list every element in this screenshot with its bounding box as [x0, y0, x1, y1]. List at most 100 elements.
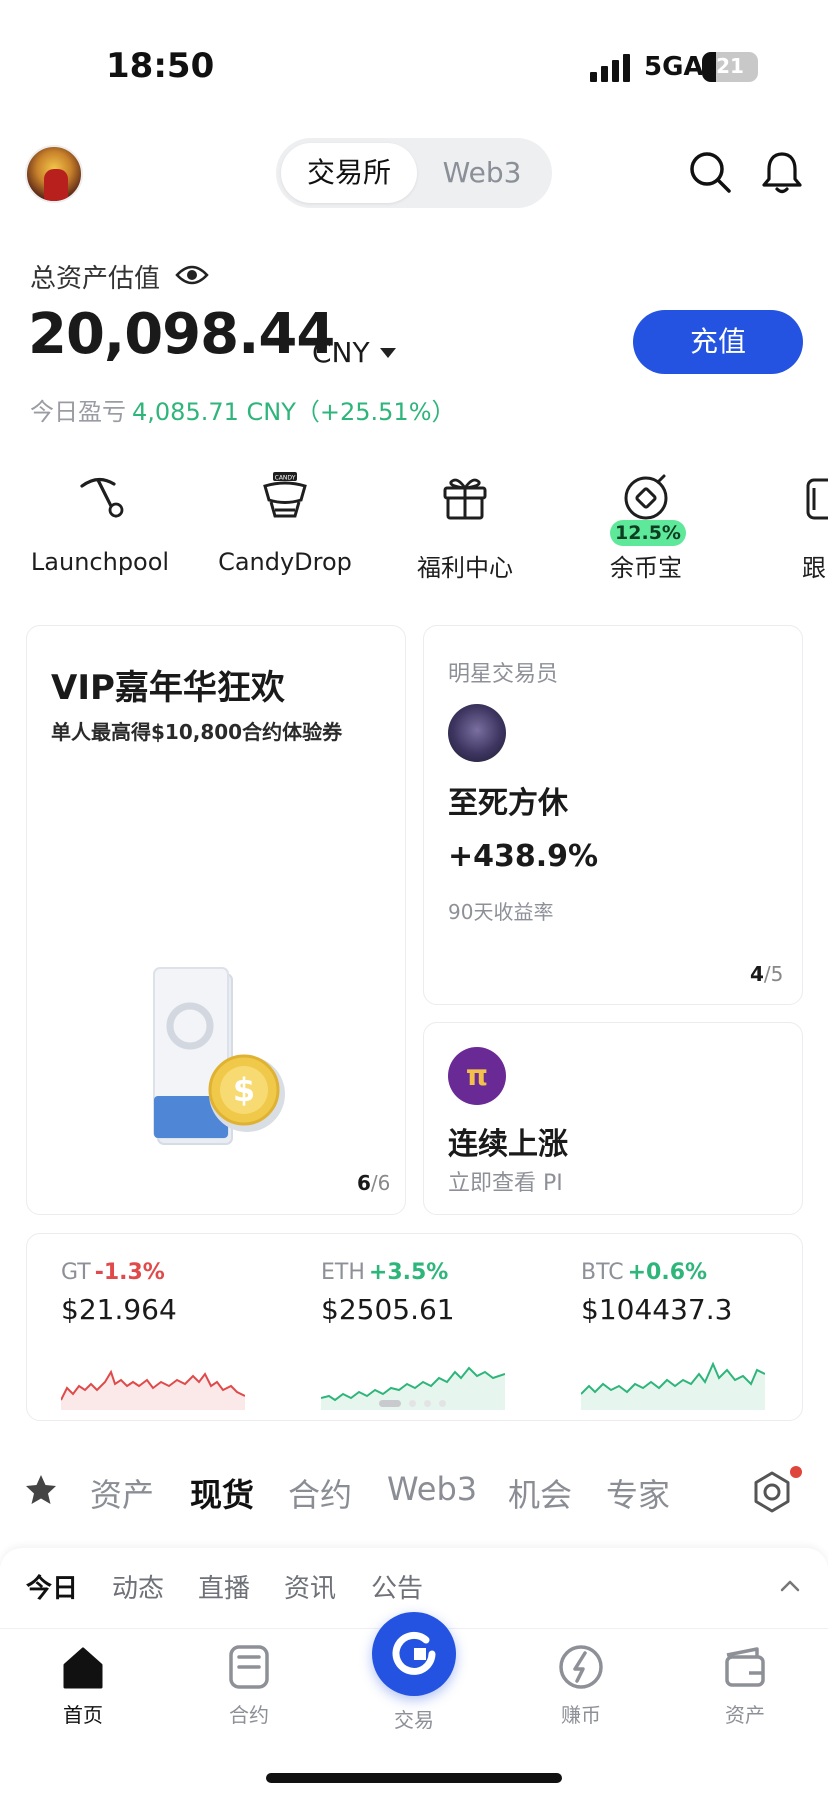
home-icon: [63, 1647, 103, 1689]
exchange-switcher: 交易所 Web3: [276, 138, 552, 208]
tab-assets[interactable]: 资产: [90, 1470, 154, 1516]
star-trader-card[interactable]: 明星交易员 至死方休 +438.9% 90天收益率 4/5: [423, 625, 803, 1005]
ticker-eth[interactable]: ETH +3.5% $2505.61: [321, 1260, 541, 1410]
avatar[interactable]: [25, 145, 83, 203]
tab-experts[interactable]: 专家: [606, 1470, 670, 1516]
nav-contracts[interactable]: 合约: [194, 1643, 304, 1728]
caret-down-icon[interactable]: [380, 348, 396, 358]
subtab-news[interactable]: 资讯: [284, 1568, 336, 1605]
pi-subtitle: 立即查看 PI: [448, 1171, 563, 1196]
nav-label: 首页: [63, 1703, 103, 1727]
pi-logo: π: [448, 1047, 506, 1105]
quick-action-copy-trade[interactable]: 跟: [760, 470, 828, 580]
pager-total: /6: [370, 1171, 391, 1195]
nav-label-trade[interactable]: 交易: [364, 1704, 464, 1733]
home-indicator: [266, 1773, 562, 1783]
status-bar: 18:50 5GA 21: [0, 0, 828, 130]
earn-icon: [559, 1645, 603, 1689]
copy-trade-icon: [806, 478, 828, 520]
carousel-pager: 6/6: [357, 1171, 390, 1195]
ticker-strip[interactable]: GT -1.3% $21.964 ETH +3.5% $2505.61 BTC +0.…: [26, 1233, 803, 1421]
ticker-price: $21.964: [61, 1293, 177, 1326]
ticker-change: -1.3%: [94, 1260, 165, 1285]
nav-earn[interactable]: 赚币: [526, 1643, 636, 1728]
carousel-pager: 4/5: [750, 962, 783, 986]
nav-home[interactable]: 首页: [28, 1643, 138, 1728]
ticker-symbol: ETH: [321, 1260, 365, 1285]
trader-return: +438.9%: [448, 839, 599, 874]
sparkline-gt: [61, 1369, 245, 1410]
segment-exchange[interactable]: 交易所: [281, 143, 417, 203]
chevron-up-icon[interactable]: [778, 1574, 802, 1598]
tab-opportunities[interactable]: 机会: [508, 1470, 572, 1516]
quick-action-candydrop[interactable]: CANDY CandyDrop: [205, 470, 365, 580]
ticker-change: +0.6%: [627, 1260, 708, 1285]
quick-action-label: 福利中心: [417, 554, 513, 582]
subtab-announcements[interactable]: 公告: [371, 1568, 423, 1605]
currency-selector[interactable]: CNY: [312, 336, 370, 369]
notification-dot: [790, 1466, 802, 1478]
ticker-gt[interactable]: GT -1.3% $21.964: [61, 1260, 281, 1410]
ticker-price: $104437.3: [581, 1293, 733, 1326]
quick-action-welfare-center[interactable]: 福利中心: [385, 470, 545, 582]
trade-button[interactable]: [372, 1612, 456, 1696]
tab-contracts[interactable]: 合约: [288, 1470, 352, 1516]
tab-spot[interactable]: 现货: [190, 1470, 254, 1516]
ticker-btc[interactable]: BTC +0.6% $104437.3: [581, 1260, 801, 1410]
trader-name: 至死方休: [448, 786, 568, 821]
trader-return-label: 90天收益率: [448, 900, 554, 924]
vip-carnival-card[interactable]: VIP嘉年华狂欢 单人最高得$10,800合约体验券 $ 6/6: [26, 625, 406, 1215]
sparkline-btc: [581, 1361, 765, 1410]
subtab-feed[interactable]: 动态: [112, 1568, 164, 1605]
status-time: 18:50: [106, 46, 215, 86]
settings-icon[interactable]: [748, 1468, 796, 1516]
pickaxe-icon: [80, 477, 124, 518]
contract-icon: [229, 1645, 269, 1689]
pi-trend-card[interactable]: π 连续上涨 立即查看 PI: [423, 1022, 803, 1215]
pager-current: 6: [357, 1171, 371, 1195]
ticker-change: +3.5%: [368, 1260, 449, 1285]
nav-label: 资产: [725, 1703, 765, 1727]
trader-avatar: [448, 704, 506, 762]
pager-total: /5: [763, 962, 784, 986]
candy-icon: CANDY: [263, 472, 307, 518]
segment-web3[interactable]: Web3: [417, 143, 547, 203]
bell-icon[interactable]: [758, 148, 806, 196]
trade-icon: [392, 1631, 436, 1675]
gift-icon: [443, 478, 487, 520]
tab-web3[interactable]: Web3: [387, 1470, 477, 1508]
apy-badge: 12.5%: [610, 520, 686, 546]
subtab-today[interactable]: 今日: [26, 1568, 78, 1605]
ticker-price: $2505.61: [321, 1293, 455, 1326]
wallet-icon: [725, 1647, 765, 1687]
nav-assets[interactable]: 资产: [690, 1643, 800, 1728]
quick-action-label: 余币宝: [610, 554, 682, 582]
recharge-button[interactable]: 充值: [633, 310, 803, 374]
svg-text:CANDY: CANDY: [275, 475, 296, 482]
today-pnl: 今日盈亏 4,085.71 CNY（+25.51%）: [30, 392, 456, 427]
pnl-value: 4,085.71 CNY（+25.51%）: [132, 398, 456, 426]
total-assets-label: 总资产估值: [30, 264, 161, 294]
svg-text:$: $: [233, 1071, 255, 1109]
signal-icon: [590, 54, 632, 82]
pnl-label: 今日盈亏: [30, 398, 126, 426]
battery-icon: 21: [702, 52, 758, 82]
pager-current: 4: [750, 962, 764, 986]
ticker-symbol: GT: [61, 1260, 91, 1285]
search-icon[interactable]: [686, 148, 734, 196]
nav-label: 合约: [229, 1703, 269, 1727]
quick-action-label: CandyDrop: [218, 548, 352, 576]
quick-action-label: Launchpool: [30, 548, 170, 576]
quick-action-launchpool[interactable]: Launchpool: [20, 470, 180, 580]
total-assets-value: 20,098.44: [28, 302, 335, 367]
eye-icon[interactable]: [175, 262, 209, 288]
pi-title: 连续上涨: [448, 1127, 568, 1162]
network-label: 5GA: [644, 52, 704, 82]
vip-subtitle: 单人最高得$10,800合约体验券: [51, 720, 343, 744]
nav-label: 赚币: [561, 1703, 601, 1727]
vip-title: VIP嘉年华狂欢: [51, 668, 285, 708]
ticker-symbol: BTC: [581, 1260, 624, 1285]
subtab-live[interactable]: 直播: [198, 1568, 250, 1605]
favorites-star-icon[interactable]: [24, 1473, 58, 1507]
star-trader-label: 明星交易员: [448, 662, 559, 687]
